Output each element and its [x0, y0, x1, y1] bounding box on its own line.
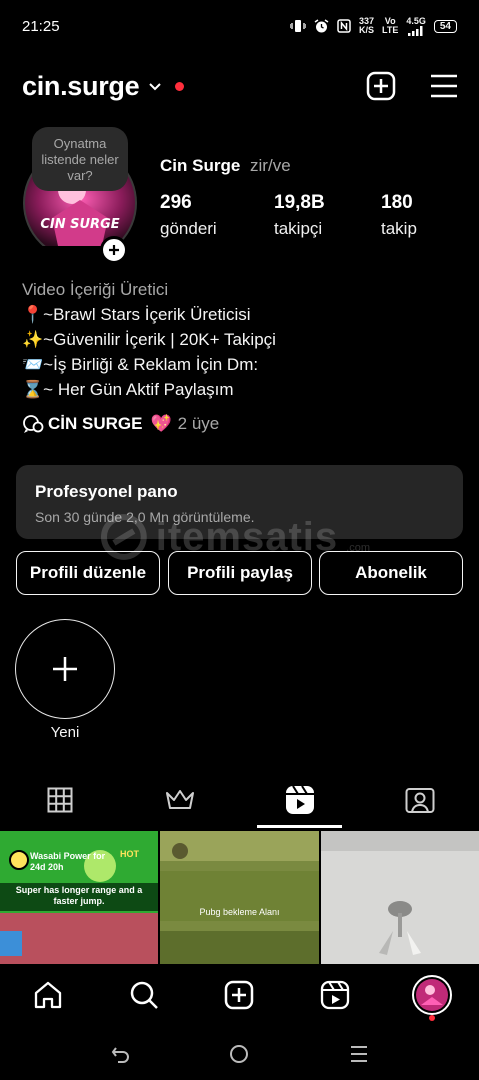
post-tile[interactable]	[321, 831, 479, 964]
stat-posts[interactable]: 296 gönderi	[160, 192, 217, 239]
status-bar: 21:25 337 K/S Vo LTE 4.5G 54	[0, 0, 479, 52]
net-speed-unit: K/S	[358, 25, 374, 35]
post-caption: Super has longer range and a faster jump…	[15, 885, 143, 906]
status-time: 21:25	[22, 17, 60, 35]
stat-posts-value: 296	[160, 192, 192, 213]
stat-following-label: takip	[381, 219, 417, 238]
bottom-navigation	[0, 964, 479, 1026]
tab-reels[interactable]	[240, 772, 360, 828]
bio-line: ⌛~ Her Gün Aktif Paylaşım	[22, 380, 234, 399]
share-profile-button[interactable]: Profili paylaş	[168, 551, 312, 595]
profile-header: cin.surge	[22, 66, 458, 106]
recents-icon[interactable]	[349, 1044, 369, 1064]
profile-notification-dot	[429, 1015, 435, 1021]
post-thumbnail	[160, 831, 319, 964]
crown-icon	[166, 790, 194, 809]
username[interactable]: cin.surge	[22, 71, 140, 102]
pronouns: zir/ve	[250, 156, 291, 175]
alarm-icon	[314, 18, 329, 34]
display-name-line: Cin Surge zir/ve	[160, 156, 291, 176]
post-tile[interactable]: Wasabi Power for 24d 20h HOT Super has l…	[0, 831, 158, 964]
note-bubble[interactable]: Oynatma listende neler var?	[32, 127, 128, 191]
menu-icon[interactable]	[430, 74, 458, 98]
channel-icon	[23, 415, 44, 433]
home-icon	[34, 981, 62, 1009]
system-navigation	[0, 1030, 479, 1080]
search-icon	[130, 981, 158, 1009]
back-icon[interactable]	[110, 1044, 130, 1064]
status-icons: 337 K/S Vo LTE 4.5G 54	[289, 15, 457, 36]
new-highlight-label: Yeni	[50, 724, 80, 741]
add-story-badge[interactable]	[100, 236, 128, 264]
battery-indicator: 54	[433, 19, 457, 33]
bio-line: ✨~Güvenilir İçerik | 20K+ Takipçi	[22, 330, 276, 349]
profile-avatar	[412, 975, 452, 1015]
channel-name: CİN SURGE	[48, 414, 143, 433]
post-tile[interactable]: Pubg bekleme Alanı	[160, 831, 319, 964]
edit-profile-button[interactable]: Profili düzenle	[16, 551, 160, 595]
posts-grid: Wasabi Power for 24d 20h HOT Super has l…	[0, 831, 479, 964]
tab-grid[interactable]	[0, 772, 120, 828]
notification-dot	[175, 81, 185, 91]
profile-tabs	[0, 772, 479, 828]
reels-icon	[320, 980, 350, 1010]
reels-icon	[286, 785, 314, 814]
network-type: 4.5G	[406, 15, 426, 36]
bio: Video İçeriği Üretici 📍~Brawl Stars İçer…	[22, 277, 276, 402]
chevron-down-icon[interactable]	[147, 78, 163, 94]
plus-icon	[109, 245, 119, 255]
bio-category: Video İçeriği Üretici	[22, 280, 169, 299]
bio-line: 📍~Brawl Stars İçerik Üreticisi	[22, 305, 251, 324]
nav-search[interactable]	[127, 978, 161, 1012]
plus-icon	[53, 657, 77, 681]
stat-followers-value: 19,8B	[274, 192, 325, 213]
stat-followers-label: takipçi	[274, 219, 323, 238]
stat-following-value: 180	[381, 192, 413, 213]
nav-create[interactable]	[222, 978, 256, 1012]
dashboard-title: Profesyonel pano	[35, 482, 178, 501]
volte-bottom: LTE	[382, 25, 399, 35]
nav-reels[interactable]	[318, 978, 352, 1012]
stat-following[interactable]: 180 takip	[381, 192, 417, 239]
nav-home[interactable]	[31, 978, 65, 1012]
net-speed: 337 K/S	[359, 17, 374, 35]
grid-icon	[47, 787, 73, 813]
channel-members: 2 üye	[177, 414, 220, 433]
bio-line: 📨~İş Birliği & Reklam İçin Dm:	[22, 355, 259, 374]
new-post-icon[interactable]	[366, 71, 396, 101]
nfc-icon	[337, 19, 351, 33]
post-title: Wasabi Power for 24d 20h	[30, 851, 106, 872]
home-circle-icon[interactable]	[229, 1044, 249, 1064]
signal-icon	[408, 25, 423, 36]
volte-indicator: Vo LTE	[382, 17, 398, 35]
stat-followers[interactable]: 19,8B takipçi	[274, 192, 325, 239]
post-caption: Pubg bekleme Alanı	[199, 907, 280, 917]
broadcast-channel[interactable]: CİN SURGE 💖 2 üye	[22, 414, 219, 434]
create-icon	[224, 980, 254, 1010]
tab-subscriptions[interactable]	[120, 772, 240, 828]
active-tab-indicator	[257, 825, 342, 828]
tab-tagged[interactable]	[360, 772, 479, 828]
post-thumbnail	[321, 831, 479, 964]
channel-heart: 💖	[150, 414, 172, 433]
nav-profile[interactable]	[412, 975, 452, 1021]
subscription-button[interactable]: Abonelik	[319, 551, 463, 595]
display-name: Cin Surge	[160, 156, 241, 175]
post-badge: HOT	[120, 849, 139, 859]
stat-posts-label: gönderi	[160, 219, 217, 238]
tagged-icon	[405, 788, 434, 813]
vibrate-icon	[289, 19, 307, 33]
svg-text:CIN SURGE: CIN SURGE	[40, 217, 119, 232]
new-highlight-button[interactable]	[15, 619, 115, 719]
network-label: 4.5G	[406, 15, 426, 26]
